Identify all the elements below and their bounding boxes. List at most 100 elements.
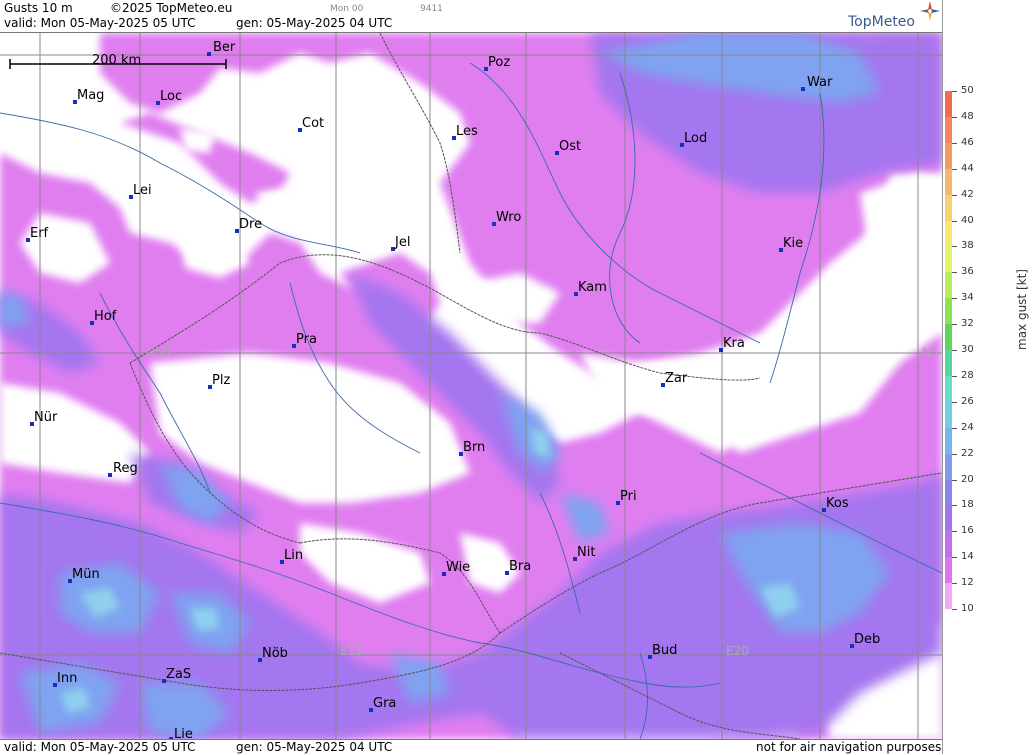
city-lod[interactable]: Lod: [680, 131, 707, 147]
gust-legend: 50 48 46 44 42 40 38 36 34 32 30 28 26 24 22 20 18 16 14 12…: [942, 0, 1033, 754]
legend-tick: [952, 168, 957, 170]
legend-title: max gust [kt]: [1015, 269, 1029, 350]
legend-label: 44: [961, 162, 974, 174]
city-pra[interactable]: Pra: [292, 332, 317, 348]
legend-swatch: [945, 583, 952, 610]
legend-label: 32: [961, 318, 974, 330]
run-tag: Mon 00: [330, 4, 364, 14]
legend-swatch: [945, 116, 952, 143]
legend-label: 26: [961, 395, 974, 407]
svg-text:Hof: Hof: [94, 309, 117, 324]
city-kos[interactable]: Kos: [822, 496, 849, 512]
city-lin[interactable]: Lin: [280, 548, 303, 564]
svg-text:Zar: Zar: [665, 371, 688, 386]
legend-label: 46: [961, 136, 974, 148]
legend-tick: [952, 91, 957, 92]
svg-text:Wie: Wie: [446, 560, 470, 575]
valid-time: valid: Mon 05-May-2025 05 UTC: [4, 16, 196, 30]
svg-text:Jel: Jel: [394, 235, 410, 250]
city-erf[interactable]: Erf: [26, 226, 49, 242]
city-loc[interactable]: Loc: [156, 89, 182, 105]
svg-text:Plz: Plz: [212, 373, 230, 388]
svg-text:War: War: [807, 75, 833, 90]
city-mag[interactable]: Mag: [73, 88, 104, 104]
city-deb[interactable]: Deb: [850, 632, 880, 648]
city-brn[interactable]: Brn: [459, 440, 485, 456]
svg-text:Pra: Pra: [296, 332, 317, 347]
legend-tick: [952, 350, 957, 351]
legend-label: 20: [961, 473, 974, 485]
svg-text:Nür: Nür: [34, 410, 58, 425]
svg-text:Loc: Loc: [160, 89, 182, 104]
legend-label: 16: [961, 525, 974, 537]
city-plz[interactable]: Plz: [208, 373, 230, 389]
city-bud[interactable]: Bud: [648, 643, 677, 659]
grid-label-n5: N5: [922, 345, 939, 359]
grid-label-e20: E20: [726, 644, 749, 658]
run-code: 9411: [420, 4, 443, 14]
city-kam[interactable]: Kam: [574, 280, 607, 296]
footer-gen: gen: 05-May-2025 04 UTC: [236, 740, 393, 754]
city-hof[interactable]: Hof: [90, 309, 117, 325]
legend-label: 40: [961, 214, 974, 226]
legend-label: 12: [961, 577, 974, 589]
legend-swatch: [945, 479, 952, 506]
legend-swatch: [945, 246, 952, 273]
city-zar[interactable]: Zar: [661, 371, 688, 387]
city-nit[interactable]: Nit: [573, 545, 595, 561]
svg-text:Wro: Wro: [496, 210, 521, 225]
legend-label: 24: [961, 421, 974, 433]
city-reg[interactable]: Reg: [108, 461, 138, 477]
city-poz[interactable]: Poz: [484, 55, 510, 71]
legend-swatch: [945, 350, 952, 376]
gust-map[interactable]: 200 km N50 N5 E15 E20 Ber Poz War Mag Lo…: [0, 33, 942, 739]
svg-text:Lie: Lie: [174, 727, 193, 739]
city-wro[interactable]: Wro: [492, 210, 521, 226]
svg-text:Nöb: Nöb: [262, 646, 288, 661]
legend-swatch: [945, 91, 952, 117]
svg-text:Mag: Mag: [77, 88, 104, 103]
svg-text:Bra: Bra: [509, 559, 531, 574]
svg-text:Gra: Gra: [373, 696, 396, 711]
svg-text:Cot: Cot: [302, 116, 324, 131]
city-ost[interactable]: Ost: [555, 139, 581, 155]
legend-swatch: [945, 557, 952, 584]
legend-tick: [952, 246, 957, 248]
svg-text:Kie: Kie: [783, 236, 803, 251]
city-lei[interactable]: Lei: [129, 183, 152, 199]
legend-tick: [952, 557, 957, 559]
city-dre[interactable]: Dre: [235, 217, 262, 233]
topmeteo-logo: TopMeteo: [848, 14, 915, 30]
svg-text:Brn: Brn: [463, 440, 485, 455]
city-wie[interactable]: Wie: [442, 560, 470, 576]
gust-map-canvas: 200 km N50 N5 E15 E20 Ber Poz War Mag Lo…: [0, 33, 942, 739]
city-cot[interactable]: Cot: [298, 116, 324, 132]
legend-tick: [952, 298, 957, 300]
city-zas[interactable]: ZaS: [162, 667, 191, 683]
legend-label: 50: [961, 85, 974, 96]
legend-label: 42: [961, 188, 974, 200]
city-pri[interactable]: Pri: [616, 489, 637, 505]
svg-text:Ber: Ber: [213, 40, 236, 55]
city-nob[interactable]: Nöb: [258, 646, 288, 662]
legend-swatch: [945, 427, 952, 454]
city-bra[interactable]: Bra: [505, 559, 531, 575]
city-gra[interactable]: Gra: [369, 696, 396, 712]
svg-text:Les: Les: [456, 124, 478, 139]
copyright: ©2025 TopMeteo.eu: [110, 1, 233, 15]
footer-valid: valid: Mon 05-May-2025 05 UTC: [4, 740, 196, 754]
legend-swatch: [945, 375, 952, 402]
city-les[interactable]: Les: [452, 124, 478, 140]
city-inn[interactable]: Inn: [53, 671, 77, 687]
legend-swatch: [945, 298, 952, 325]
city-kie[interactable]: Kie: [779, 236, 803, 252]
city-mun[interactable]: Mün: [68, 567, 100, 583]
legend-label: 28: [961, 369, 974, 381]
legend-label: 38: [961, 240, 974, 252]
city-nur[interactable]: Nür: [30, 410, 58, 426]
svg-text:Erf: Erf: [30, 226, 49, 241]
city-kra[interactable]: Kra: [719, 336, 745, 352]
footer-notice: not for air navigation purposes: [756, 740, 942, 754]
legend-swatch: [945, 324, 952, 351]
legend-swatch: [945, 142, 952, 169]
